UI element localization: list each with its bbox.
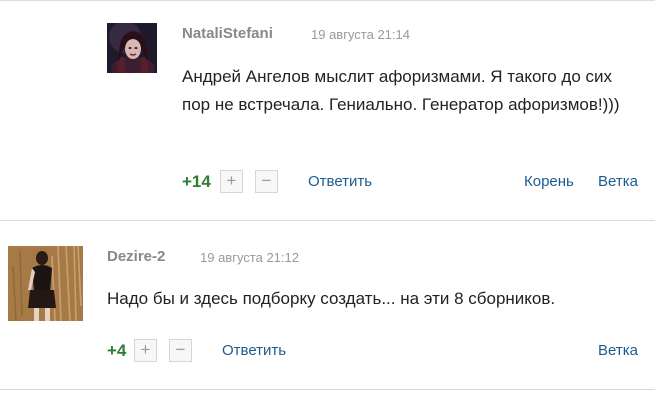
top-divider [0,0,655,1]
comment-divider [0,220,655,221]
avatar[interactable] [8,246,83,321]
upvote-button[interactable]: + [220,170,243,193]
downvote-button[interactable]: − [169,339,192,362]
upvote-button[interactable]: + [134,339,157,362]
comment-divider [0,389,655,390]
comment-actions: +14 + − Ответить Корень Ветка [0,170,665,194]
avatar-image [107,23,157,73]
comment-text: Надо бы и здесь подборку создать... на э… [107,289,556,308]
comment-author[interactable]: Dezire-2 [107,248,165,265]
comment-date: 19 августа 21:14 [311,27,410,42]
reply-link[interactable]: Ответить [222,342,286,359]
reply-link[interactable]: Ответить [308,173,372,190]
branch-link[interactable]: Ветка [598,173,638,190]
downvote-button[interactable]: − [255,170,278,193]
comment-score: +4 [107,341,127,360]
comment-actions: +4 + − Ответить Ветка [0,339,665,363]
comment-score: +14 [182,172,211,191]
branch-link[interactable]: Ветка [598,342,638,359]
root-link[interactable]: Корень [524,173,574,190]
avatar[interactable] [107,23,157,73]
comment-author[interactable]: NataliStefani [182,25,273,42]
avatar-image [8,246,83,321]
comment-date: 19 августа 21:12 [200,250,299,265]
comment-text: Андрей Ангелов мыслит афоризмами. Я тако… [182,67,620,114]
